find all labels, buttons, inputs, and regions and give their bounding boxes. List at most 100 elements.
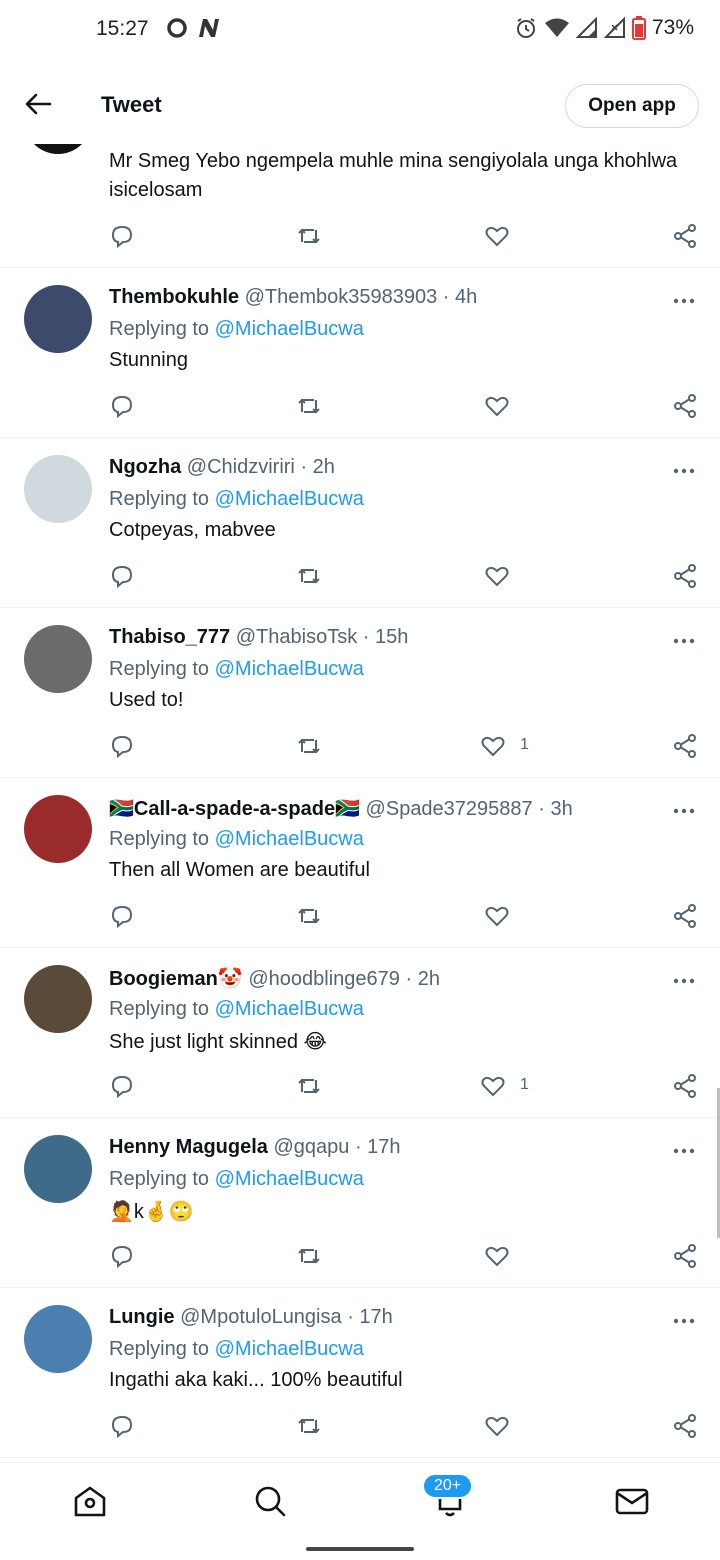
avatar[interactable]	[24, 625, 92, 693]
display-name[interactable]: Thembokuhle	[109, 286, 239, 308]
tweet-actions	[0, 1243, 720, 1273]
display-name[interactable]: Ngozha	[109, 456, 181, 478]
display-name[interactable]: Henny Magugela	[109, 1136, 268, 1158]
tweet[interactable]: 🇿🇦Call-a-spade-a-spade🇿🇦 @Spade37295887 …	[0, 778, 720, 948]
avatar[interactable]	[24, 455, 92, 523]
share-icon[interactable]	[672, 903, 698, 929]
retweet-icon[interactable]	[296, 563, 322, 589]
more-options-icon[interactable]	[672, 799, 696, 823]
like-count: 1	[520, 1076, 529, 1093]
like-icon[interactable]	[484, 393, 510, 419]
tweet[interactable]: Ngozha @Chidzviriri · 2h Replying to @Mi…	[0, 438, 720, 608]
notifications-badge: 20+	[422, 1473, 474, 1499]
reply-to-mention[interactable]: @MichaelBucwa	[215, 488, 364, 510]
reply-icon[interactable]	[109, 1413, 135, 1439]
reply-icon[interactable]	[109, 1073, 135, 1099]
retweet-icon[interactable]	[296, 1243, 322, 1269]
retweet-icon[interactable]	[296, 1073, 322, 1099]
replying-to-label: Replying to	[109, 1168, 210, 1190]
avatar[interactable]	[24, 1305, 92, 1373]
tweet-text: 🤦k🤞🙄	[109, 1201, 194, 1223]
tweet-header-line: 🇿🇦Call-a-spade-a-spade🇿🇦 @Spade37295887 …	[109, 796, 573, 821]
share-icon[interactable]	[672, 1243, 698, 1269]
tweet[interactable]: Thembokuhle @Thembok35983903 · 4h Replyi…	[0, 268, 720, 438]
tweet-actions	[0, 903, 720, 933]
replying-to-line: Replying to @MichaelBucwa	[109, 318, 364, 341]
like-icon[interactable]	[484, 223, 510, 249]
replying-to-line: Replying to @MichaelBucwa	[109, 658, 364, 681]
like-icon[interactable]	[484, 563, 510, 589]
tweet-time: · 15h	[362, 626, 409, 648]
display-name[interactable]: Lungie	[109, 1306, 175, 1328]
more-options-icon[interactable]	[672, 629, 696, 653]
share-icon[interactable]	[672, 1413, 698, 1439]
home-icon[interactable]	[72, 1483, 108, 1519]
more-options-icon[interactable]	[672, 459, 696, 483]
retweet-icon[interactable]	[296, 393, 322, 419]
retweet-icon[interactable]	[296, 733, 322, 759]
display-name[interactable]: 🇿🇦Call-a-spade-a-spade🇿🇦	[109, 798, 360, 820]
tweet[interactable]: Boogieman🤡 @hoodblinge679 · 2h Replying …	[0, 948, 720, 1118]
reply-icon[interactable]	[109, 903, 135, 929]
avatar[interactable]	[24, 1135, 92, 1203]
share-icon[interactable]	[672, 563, 698, 589]
reply-icon[interactable]	[109, 733, 135, 759]
user-handle[interactable]: @Spade37295887	[366, 798, 533, 820]
tweet[interactable]: Henny Magugela @gqapu · 17h Replying to …	[0, 1118, 720, 1288]
reply-icon[interactable]	[109, 1243, 135, 1269]
status-o-icon	[167, 18, 187, 38]
user-handle[interactable]: @gqapu	[273, 1136, 349, 1158]
user-handle[interactable]: @hoodblinge679	[248, 968, 400, 990]
retweet-icon[interactable]	[296, 903, 322, 929]
reply-icon[interactable]	[109, 393, 135, 419]
share-icon[interactable]	[672, 223, 698, 249]
bottom-nav: 20+	[0, 1462, 720, 1539]
more-options-icon[interactable]	[672, 1309, 696, 1333]
retweet-icon[interactable]	[296, 223, 322, 249]
share-icon[interactable]	[672, 733, 698, 759]
tweet[interactable]: Lungie @MpotuloLungisa · 17h Replying to…	[0, 1288, 720, 1458]
share-icon[interactable]	[672, 1073, 698, 1099]
replying-to-label: Replying to	[109, 828, 210, 850]
reply-icon[interactable]	[109, 223, 135, 249]
more-options-icon[interactable]	[672, 289, 696, 313]
user-handle[interactable]: @MpotuloLungisa	[180, 1306, 342, 1328]
reply-icon[interactable]	[109, 563, 135, 589]
more-options-icon[interactable]	[672, 1139, 696, 1163]
reply-to-mention[interactable]: @MichaelBucwa	[215, 1338, 364, 1360]
retweet-icon[interactable]	[296, 1413, 322, 1439]
avatar[interactable]	[24, 965, 92, 1033]
tweet[interactable]: Thabiso_777 @ThabisoTsk · 15h Replying t…	[0, 608, 720, 778]
like-icon[interactable]	[484, 1413, 510, 1439]
share-icon[interactable]	[672, 393, 698, 419]
open-app-button[interactable]: Open app	[565, 84, 699, 128]
avatar[interactable]	[24, 285, 92, 353]
tweet-time: · 4h	[442, 286, 478, 308]
tweet-actions: 1	[0, 733, 720, 763]
reply-to-mention[interactable]: @MichaelBucwa	[215, 998, 364, 1020]
back-arrow-icon[interactable]	[22, 88, 54, 120]
user-handle[interactable]: @ThabisoTsk	[236, 626, 357, 648]
search-icon[interactable]	[252, 1483, 288, 1519]
messages-icon[interactable]	[614, 1483, 650, 1519]
like-icon[interactable]	[480, 1073, 506, 1099]
reply-to-mention[interactable]: @MichaelBucwa	[215, 658, 364, 680]
reply-to-mention[interactable]: @MichaelBucwa	[215, 318, 364, 340]
alarm-icon	[516, 18, 535, 38]
reply-to-mention[interactable]: @MichaelBucwa	[215, 828, 364, 850]
like-icon[interactable]	[484, 1243, 510, 1269]
user-handle[interactable]: @Chidzviriri	[187, 456, 295, 478]
top-header: Tweet Open app	[0, 70, 720, 144]
like-icon[interactable]	[480, 733, 506, 759]
user-handle[interactable]: @Thembok35983903	[245, 286, 438, 308]
reply-to-mention[interactable]: @MichaelBucwa	[215, 1168, 364, 1190]
like-icon[interactable]	[484, 903, 510, 929]
display-name[interactable]: Boogieman🤡	[109, 968, 243, 990]
more-options-icon[interactable]	[672, 969, 696, 993]
replying-to-line: Replying to @MichaelBucwa	[109, 1168, 364, 1191]
avatar[interactable]	[24, 795, 92, 863]
display-name[interactable]: Thabiso_777	[109, 626, 230, 648]
gesture-bar[interactable]	[306, 1547, 414, 1551]
battery-icon	[631, 16, 646, 40]
replying-to-label: Replying to	[109, 488, 210, 510]
